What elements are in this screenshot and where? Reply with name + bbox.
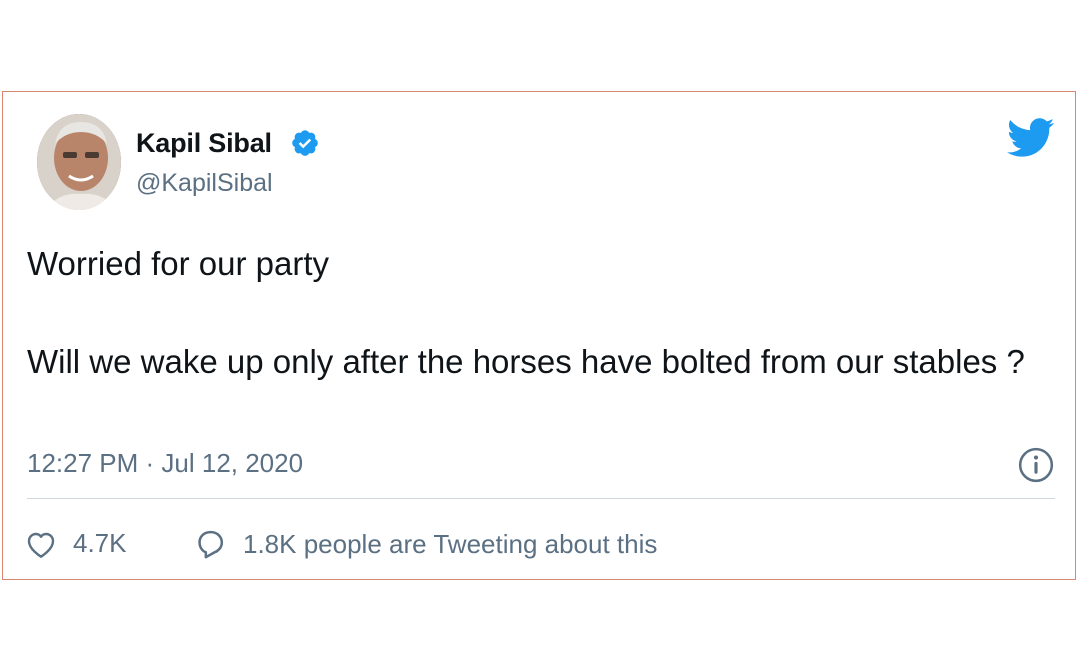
info-icon[interactable] [1017, 446, 1055, 489]
conversation-text: 1.8K people are Tweeting about this [243, 528, 658, 559]
tweet-card: Kapil Sibal @KapilSibal Worried for our … [2, 91, 1076, 580]
like-count: 4.7K [73, 528, 127, 558]
heart-icon [25, 529, 57, 559]
author-handle[interactable]: @KapilSibal [136, 169, 273, 198]
tweet-timestamp[interactable]: 12:27 PM · Jul 12, 2020 [27, 448, 303, 479]
tweet-paragraph: Worried for our party [27, 245, 329, 282]
tweet-text: Worried for our party Will we wake up on… [27, 240, 1047, 386]
verified-icon [290, 128, 320, 163]
tweet-paragraph: Will we wake up only after the horses ha… [27, 343, 1025, 380]
display-name[interactable]: Kapil Sibal [136, 128, 272, 159]
avatar[interactable] [37, 114, 121, 210]
twitter-bird-icon[interactable] [1006, 118, 1055, 163]
conversation-link[interactable]: 1.8K people are Tweeting about this [193, 528, 657, 560]
like-button[interactable]: 4.7K [25, 528, 127, 559]
reply-bubble-icon [193, 528, 227, 560]
divider [27, 498, 1055, 499]
